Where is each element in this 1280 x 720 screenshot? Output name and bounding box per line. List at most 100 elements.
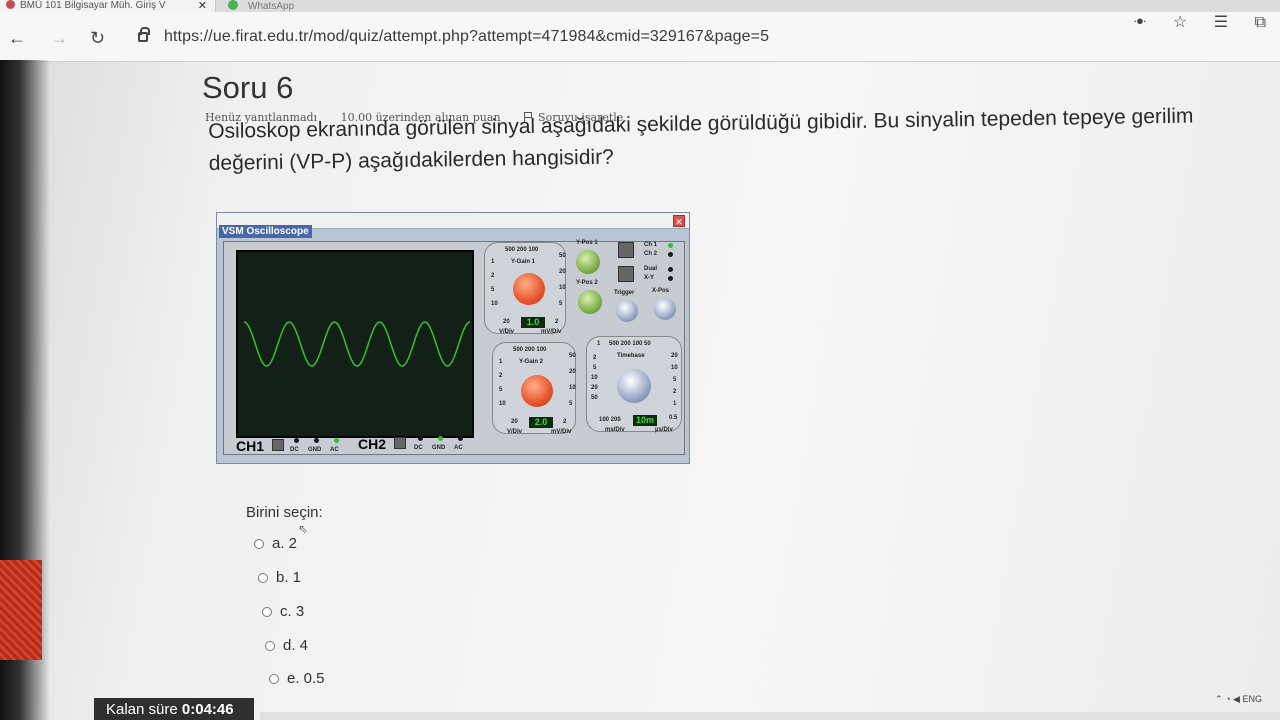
ygain1-right-20: 20 bbox=[559, 269, 566, 275]
address-bar: ← → ↻ https://ue.firat.edu.tr/mod/quiz/a… bbox=[0, 12, 1280, 62]
ygain1-top: 500 200 100 bbox=[505, 247, 539, 253]
ch2-switch-label: Ch 2 bbox=[644, 251, 658, 257]
ch1-select-led bbox=[668, 243, 673, 248]
ygain2-left-1: 1 bbox=[499, 359, 503, 365]
timebase-panel: 500 200 100 50 Timebase 1 2 5 10 20 50 2… bbox=[586, 336, 682, 433]
ch2-led-gnd bbox=[438, 436, 443, 441]
favorites-list-icon[interactable]: ☰ bbox=[1214, 14, 1228, 31]
osc-window-title: VSM Oscilloscope bbox=[219, 225, 312, 238]
timebase-unit-ms: ms/Div bbox=[605, 427, 625, 433]
tray-language[interactable]: ENG bbox=[1242, 694, 1262, 704]
toolbar-icons: ꔹ ☆ ☰ ⧉ bbox=[1111, 12, 1266, 32]
collections-icon[interactable]: ⧉ bbox=[1255, 14, 1266, 31]
ygain2-right-5: 5 bbox=[569, 401, 573, 407]
tab-bar: BMÜ 101 Bilgisayar Müh. Giriş V ✕ WhatsA… bbox=[0, 0, 1280, 12]
ygain1-right-50: 50 bbox=[559, 253, 566, 259]
radio-a[interactable] bbox=[254, 539, 264, 549]
question-title: Soru 6 bbox=[202, 70, 294, 105]
answer-option-a-label: a. 2 bbox=[272, 535, 298, 552]
ygain1-unit-mv: mV/Div bbox=[541, 329, 562, 335]
ypos2-knob bbox=[578, 290, 602, 314]
answer-option-b[interactable]: b. 1 bbox=[258, 569, 301, 586]
timebase-unit-us: µs/Div bbox=[655, 427, 673, 433]
ygain1-bottom-left: 20 bbox=[503, 319, 510, 325]
ygain2-panel: 500 200 100 Y-Gain 2 1 2 5 10 50 20 10 5… bbox=[492, 342, 576, 435]
ypos2-label: Y-Pos 2 bbox=[576, 280, 598, 286]
ch1-gnd-label: GND bbox=[308, 447, 322, 453]
ygain1-unit-v: V/Div bbox=[499, 329, 515, 335]
ch1-led-ac bbox=[334, 438, 339, 443]
ygain1-panel: 500 200 100 Y-Gain 1 1 2 5 10 50 20 10 5… bbox=[484, 242, 566, 335]
answer-option-e-label: e. 0.5 bbox=[287, 670, 325, 687]
radio-d[interactable] bbox=[265, 641, 275, 651]
ch2-label: CH2 bbox=[358, 436, 387, 452]
ygain1-knob bbox=[513, 273, 545, 305]
ygain2-left-2: 2 bbox=[499, 373, 503, 379]
ypos1-knob bbox=[576, 250, 600, 274]
mouse-cursor-icon: ⇖ bbox=[298, 522, 309, 536]
timebase-right-5: 5 bbox=[673, 377, 677, 383]
tray-chevron-icon[interactable]: ⌃ bbox=[1215, 694, 1223, 704]
ygain2-right-20: 20 bbox=[569, 369, 576, 375]
ygain2-title: Y-Gain 2 bbox=[519, 359, 544, 365]
ygain2-right-10: 10 bbox=[569, 385, 576, 391]
url-field[interactable]: https://ue.firat.edu.tr/mod/quiz/attempt… bbox=[164, 28, 769, 46]
close-tab-icon[interactable]: ✕ bbox=[198, 0, 207, 12]
timebase-left-20: 20 bbox=[591, 385, 598, 391]
timebase-left-2: 2 bbox=[593, 355, 597, 361]
ch2-led-ac bbox=[458, 436, 463, 441]
timebase-left-50: 50 bbox=[591, 395, 598, 401]
radio-c[interactable] bbox=[262, 607, 272, 617]
ch2-dc-label: DC bbox=[414, 445, 423, 451]
tray-volume-icon[interactable]: ◀ bbox=[1233, 694, 1240, 704]
refresh-icon[interactable]: ↻ bbox=[90, 28, 105, 49]
background-object bbox=[0, 560, 42, 660]
answer-option-d-label: d. 4 bbox=[283, 637, 309, 654]
ch1-label: CH1 bbox=[236, 438, 265, 454]
ygain2-value: 2.0 bbox=[529, 417, 553, 428]
answer-option-e[interactable]: e. 0.5 bbox=[269, 670, 325, 687]
xy-label: X-Y bbox=[644, 275, 655, 281]
ch2-select-led bbox=[668, 252, 673, 257]
xy-led bbox=[668, 276, 673, 281]
close-icon: ✕ bbox=[673, 215, 685, 227]
favorite-star-icon[interactable]: ☆ bbox=[1173, 14, 1187, 31]
back-arrow-icon[interactable]: ← bbox=[8, 28, 26, 49]
xpos-knob bbox=[654, 298, 676, 320]
ygain2-bottom-right: 2 bbox=[563, 419, 567, 425]
timebase-left-5: 5 bbox=[593, 365, 597, 371]
ch-select-switch bbox=[618, 242, 634, 258]
ch2-led-dc bbox=[418, 436, 423, 441]
timebase-right-2: 2 bbox=[673, 389, 677, 395]
ch1-led-dc bbox=[294, 438, 299, 443]
translate-icon[interactable]: ꔹ bbox=[1133, 14, 1146, 31]
ch1-dc-label: DC bbox=[290, 447, 299, 453]
browser-tab[interactable]: BMÜ 101 Bilgisayar Müh. Giriş V ✕ bbox=[0, 0, 216, 12]
whatsapp-icon bbox=[228, 0, 238, 10]
forward-arrow-icon[interactable]: → bbox=[50, 28, 68, 49]
ypos1-label: Y-Pos 1 bbox=[576, 240, 598, 246]
timebase-right-1: 1 bbox=[673, 401, 677, 407]
ch2-ac-label: AC bbox=[454, 445, 463, 451]
ygain1-right-5: 5 bbox=[559, 301, 563, 307]
time-remaining: Kalan süre 0:04:46 bbox=[94, 698, 254, 720]
answer-option-c[interactable]: c. 3 bbox=[262, 603, 304, 620]
answer-option-d[interactable]: d. 4 bbox=[265, 637, 308, 654]
answer-option-a[interactable]: a. 2 bbox=[254, 535, 297, 552]
ch2-gnd-label: GND bbox=[432, 445, 446, 451]
ch2-switch bbox=[394, 437, 406, 449]
ygain2-unit-v: V/Div bbox=[507, 429, 523, 435]
answer-option-c-label: c. 3 bbox=[280, 603, 305, 620]
dual-led bbox=[668, 267, 673, 272]
ygain2-left-10: 10 bbox=[499, 401, 506, 407]
xpos-label: X-Pos bbox=[652, 288, 670, 294]
timebase-right-20: 20 bbox=[671, 353, 678, 359]
ygain2-left-5: 5 bbox=[499, 387, 503, 393]
ygain1-right-10: 10 bbox=[559, 285, 566, 291]
radio-e[interactable] bbox=[269, 674, 279, 684]
browser-tab-whatsapp[interactable]: WhatsApp bbox=[228, 0, 348, 12]
ygain1-left-5: 5 bbox=[491, 287, 495, 293]
timebase-left-1: 1 bbox=[597, 341, 601, 347]
radio-b[interactable] bbox=[258, 573, 268, 583]
tray-wifi-icon[interactable]: ◔ bbox=[1225, 694, 1230, 704]
